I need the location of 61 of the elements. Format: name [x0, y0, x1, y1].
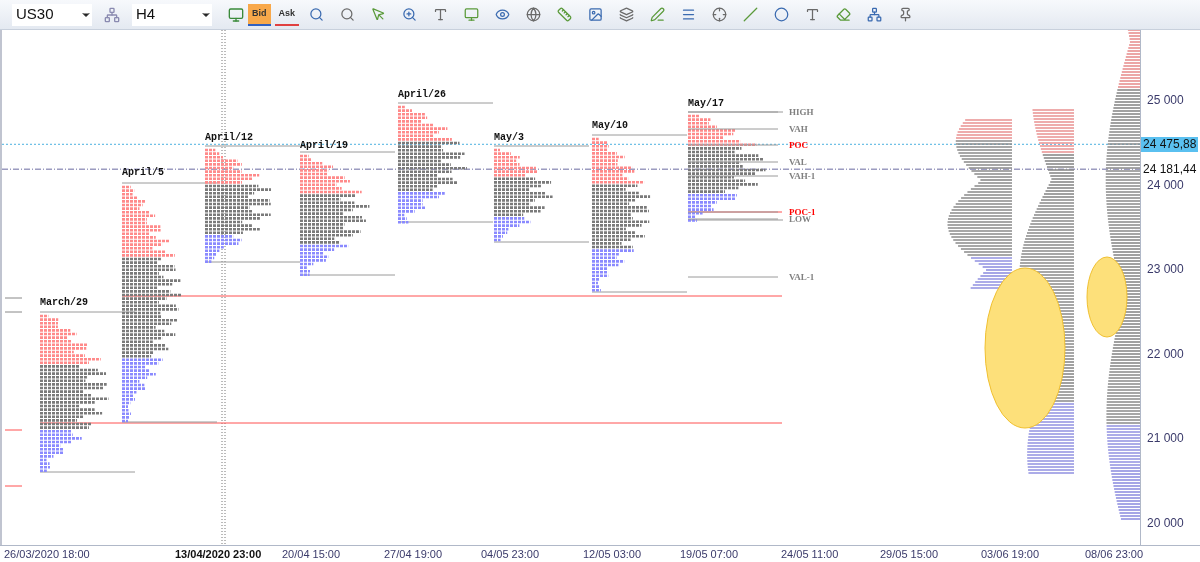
quote-button[interactable]: Ask: [274, 3, 299, 26]
time-tick-label: 08/06 23:00: [1085, 548, 1144, 561]
price-marker-label: 24 475,88: [1141, 137, 1199, 153]
pin-icon[interactable]: [898, 7, 913, 22]
level-label: VAH: [789, 124, 808, 134]
eye-icon[interactable]: [495, 7, 510, 22]
time-tick-label: 20/04 15:00: [282, 548, 341, 561]
price-tick-label: 22 000: [1147, 346, 1184, 361]
line-icon[interactable]: [743, 7, 758, 22]
eraser-icon[interactable]: [836, 7, 851, 22]
globe-icon[interactable]: [526, 7, 541, 22]
time-tick-label: 19/05 07:00: [680, 548, 739, 561]
search-icon[interactable]: [340, 7, 355, 22]
ruler-icon[interactable]: [557, 7, 572, 22]
price-tick-label: 25 000: [1147, 93, 1184, 107]
pen-icon[interactable]: [650, 7, 665, 22]
chart-type-icon[interactable]: [228, 6, 244, 23]
time-tick-label: 12/05 03:00: [583, 548, 642, 561]
level-label: POC-1: [789, 207, 816, 217]
time-tick-label: 13/04/2020 23:00: [175, 548, 262, 561]
time-tick-label: 26/03/2020 18:00: [4, 548, 90, 561]
level-label: VAL: [789, 157, 807, 167]
level-label: VAL-1: [789, 272, 815, 282]
level-label: POC: [789, 140, 808, 150]
session-date-label: April/19: [300, 140, 348, 151]
time-tick-label: 24/05 11:00: [781, 548, 839, 561]
pointer-icon[interactable]: [371, 7, 386, 22]
session-date-label: March/29: [40, 297, 88, 308]
level-label: HIGH: [789, 107, 814, 117]
price-tick-label: 21 000: [1147, 431, 1184, 445]
crosshair-icon[interactable]: [712, 7, 727, 22]
time-tick-label: 04/05 23:00: [481, 548, 540, 561]
monitor-icon[interactable]: [464, 7, 479, 22]
quote-button[interactable]: Bid: [248, 3, 271, 26]
image-icon[interactable]: [588, 7, 603, 22]
session-date-label: May/3: [494, 132, 524, 143]
ellipse-icon[interactable]: [774, 7, 789, 22]
session-date-label: April/26: [398, 89, 446, 100]
zoom-icon[interactable]: [402, 7, 417, 22]
session-date-label: April/12: [205, 132, 253, 143]
level-label: VAH-1: [789, 171, 816, 181]
text-icon[interactable]: [433, 7, 448, 22]
lines-icon[interactable]: [681, 7, 696, 22]
symbol-dropdown[interactable]: US30: [12, 3, 92, 26]
layers-icon[interactable]: [619, 7, 634, 22]
network-icon[interactable]: [867, 7, 882, 22]
session-date-label: May/10: [592, 120, 628, 131]
price-tick-label: 20 000: [1147, 515, 1184, 530]
session-date-label: April/5: [122, 167, 164, 178]
session-date-label: May/17: [688, 98, 724, 109]
time-tick-label: 27/04 19:00: [384, 548, 443, 561]
network-icon[interactable]: [104, 6, 120, 23]
level-label: LOW: [789, 214, 811, 224]
search-icon[interactable]: [309, 7, 324, 22]
time-tick-label: 03/06 19:00: [981, 548, 1040, 561]
text-icon[interactable]: [805, 7, 820, 22]
price-tick-label: 23 000: [1147, 262, 1184, 276]
price-marker-label: 24 181,44: [1141, 162, 1199, 178]
price-tick-label: 24 000: [1147, 177, 1184, 192]
timeframe-dropdown[interactable]: H4: [132, 3, 212, 26]
time-tick-label: 29/05 15:00: [880, 548, 939, 561]
